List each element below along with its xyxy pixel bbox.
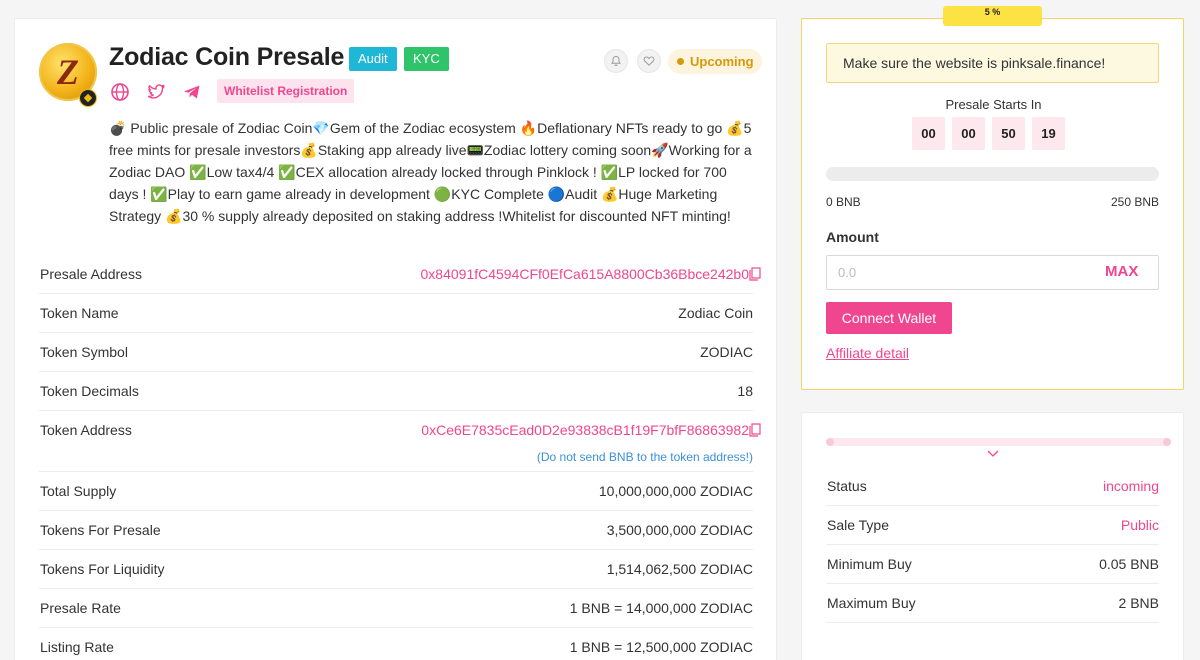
detail-label: Listing Rate xyxy=(40,639,114,655)
detail-row-presale-rate: Presale Rate 1 BNB = 14,000,000 ZODIAC xyxy=(39,589,753,628)
affiliate-detail-link[interactable]: Affiliate detail xyxy=(826,345,909,361)
maximum-buy-label: Maximum Buy xyxy=(827,595,916,611)
status-value: incoming xyxy=(1102,478,1159,494)
presale-address-link[interactable]: 0x84091fC4594CFf0EfCa615A8800Cb36Bbce242… xyxy=(421,266,749,282)
detail-label: Token Address xyxy=(40,422,132,438)
detail-row-tokens-for-liquidity: Tokens For Liquidity 1,514,062,500 ZODIA… xyxy=(39,550,753,589)
max-button[interactable]: MAX xyxy=(1105,263,1138,280)
detail-label: Presale Address xyxy=(40,266,142,282)
page-title: Zodiac Coin Presale xyxy=(109,43,345,71)
project-description: 💣 Public presale of Zodiac Coin💎Gem of t… xyxy=(109,120,752,224)
token-address-warning: (Do not send BNB to the token address!) xyxy=(536,450,753,464)
timeline-track xyxy=(826,438,1171,446)
status-label: Status xyxy=(827,478,867,494)
detail-value: 1 BNB = 14,000,000 ZODIAC xyxy=(569,600,753,616)
detail-row-token-address: Token Address 0xCe6E7835cEad0D2e93838cB1… xyxy=(39,411,761,472)
presale-details-table: Presale Address 0x84091fC4594CFf0EfCa615… xyxy=(39,255,761,660)
bnb-chain-icon xyxy=(79,89,97,107)
detail-label: Total Supply xyxy=(40,483,117,499)
audit-badge[interactable]: Audit xyxy=(349,47,397,71)
phishing-warning-alert: Make sure the website is pinksale.financ… xyxy=(826,43,1159,83)
whitelist-registration-link[interactable]: Whitelist Registration xyxy=(217,79,355,103)
soft-progress-min: 0 BNB xyxy=(826,195,861,209)
twitter-icon[interactable] xyxy=(145,81,167,103)
presale-info-card: Z Zodiac Coin Presale Audit KYC Upcoming… xyxy=(14,18,777,660)
countdown-minutes: 50 xyxy=(992,117,1025,150)
detail-value: 3,500,000,000 ZODIAC xyxy=(606,522,753,538)
upcoming-status-badge: Upcoming xyxy=(668,49,762,74)
presale-buy-card: Make sure the website is pinksale.financ… xyxy=(801,18,1184,390)
detail-value: 1,514,062,500 ZODIAC xyxy=(606,561,753,577)
detail-row-token-symbol: Token Symbol ZODIAC xyxy=(39,333,753,372)
sale-type-value: Public xyxy=(1120,517,1159,533)
minimum-buy-row: Minimum Buy 0.05 BNB xyxy=(826,545,1159,584)
connect-wallet-button[interactable]: Connect Wallet xyxy=(826,302,952,334)
detail-row-tokens-for-presale: Tokens For Presale 3,500,000,000 ZODIAC xyxy=(39,511,753,550)
sale-type-label: Sale Type xyxy=(827,517,890,533)
detail-label: Presale Rate xyxy=(40,600,121,616)
hard-cap-max: 250 BNB xyxy=(1110,195,1159,209)
notification-bell-button[interactable] xyxy=(604,49,628,73)
minimum-buy-label: Minimum Buy xyxy=(827,556,912,572)
sale-type-row: Sale Type Public xyxy=(826,506,1159,545)
detail-value: 18 xyxy=(737,383,753,399)
sale-status-card: Status incoming Sale Type Public Minimum… xyxy=(801,412,1184,660)
website-icon[interactable] xyxy=(109,81,131,103)
detail-label: Token Name xyxy=(40,305,119,321)
status-row: Status incoming xyxy=(826,467,1159,506)
detail-label: Token Decimals xyxy=(40,383,139,399)
minimum-buy-value: 0.05 BNB xyxy=(1099,556,1159,572)
detail-row-presale-address: Presale Address 0x84091fC4594CFf0EfCa615… xyxy=(39,255,761,294)
percent-badge: 5 % xyxy=(943,6,1042,26)
token-address-link[interactable]: 0xCe6E7835cEad0D2e93838cB1f19F7bfF868639… xyxy=(421,422,749,438)
detail-row-total-supply: Total Supply 10,000,000,000 ZODIAC xyxy=(39,472,753,511)
maximum-buy-value: 2 BNB xyxy=(1118,595,1159,611)
copy-icon[interactable] xyxy=(749,267,761,281)
chevron-down-icon[interactable] xyxy=(986,449,1000,459)
countdown-seconds: 19 xyxy=(1032,117,1065,150)
detail-row-token-name: Token Name Zodiac Coin xyxy=(39,294,753,333)
detail-value: Zodiac Coin xyxy=(678,305,753,321)
detail-value: ZODIAC xyxy=(700,344,753,360)
countdown-hours: 00 xyxy=(952,117,985,150)
detail-row-token-decimals: Token Decimals 18 xyxy=(39,372,753,411)
amount-label: Amount xyxy=(826,229,879,245)
maximum-buy-row: Maximum Buy 2 BNB xyxy=(826,584,1159,623)
project-logo: Z xyxy=(39,43,97,107)
kyc-badge[interactable]: KYC xyxy=(404,47,449,71)
countdown-days: 00 xyxy=(912,117,945,150)
detail-label: Token Symbol xyxy=(40,344,128,360)
heart-icon xyxy=(643,56,655,66)
detail-value: 10,000,000,000 ZODIAC xyxy=(598,483,753,499)
favorite-button[interactable] xyxy=(637,49,661,73)
detail-value: 1 BNB = 12,500,000 ZODIAC xyxy=(569,639,753,655)
copy-icon[interactable] xyxy=(749,423,761,437)
detail-label: Tokens For Presale xyxy=(40,522,161,538)
detail-row-listing-rate: Listing Rate 1 BNB = 12,500,000 ZODIAC xyxy=(39,628,753,660)
sale-status-table: Status incoming Sale Type Public Minimum… xyxy=(826,467,1159,623)
progress-bar xyxy=(826,167,1159,181)
telegram-icon[interactable] xyxy=(181,81,203,103)
bell-icon xyxy=(610,55,622,66)
detail-label: Tokens For Liquidity xyxy=(40,561,165,577)
presale-starts-label: Presale Starts In xyxy=(945,97,1042,112)
